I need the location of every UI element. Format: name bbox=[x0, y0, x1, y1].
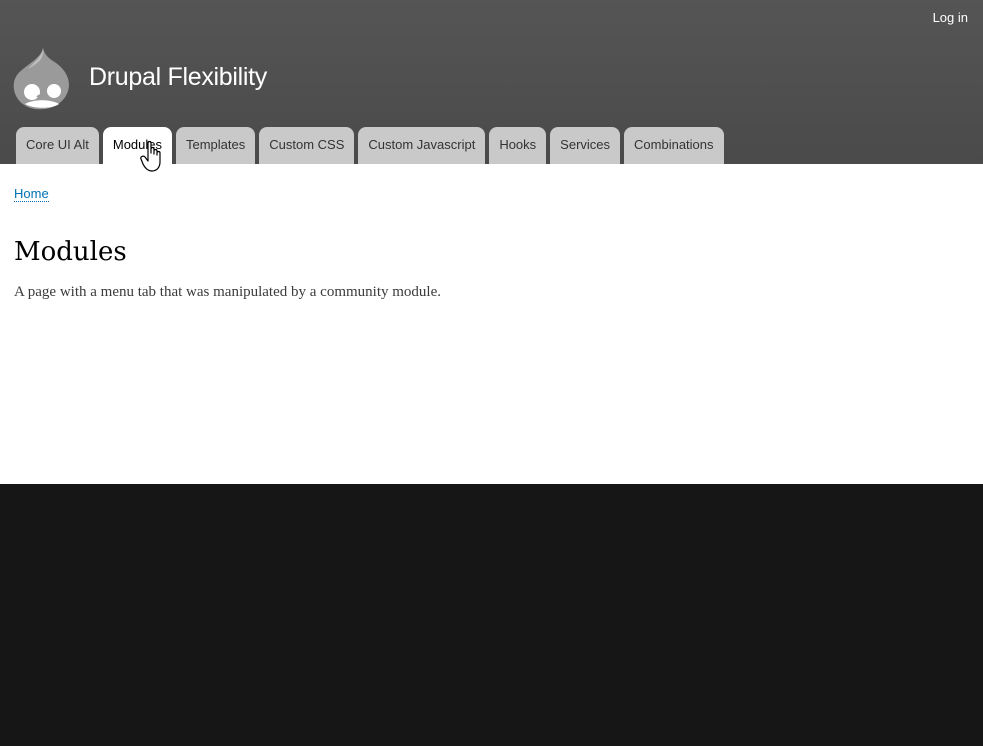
login-link[interactable]: Log in bbox=[933, 10, 968, 25]
tab-templates[interactable]: Templates bbox=[176, 127, 256, 164]
breadcrumb-home-link[interactable]: Home bbox=[14, 186, 49, 202]
main-menu-tabs: Core UI Alt Modules Templates Custom CSS… bbox=[16, 127, 728, 164]
hand-pointer-icon bbox=[140, 140, 164, 174]
tab-combinations[interactable]: Combinations bbox=[624, 127, 724, 164]
tab-hooks[interactable]: Hooks bbox=[489, 127, 547, 164]
main-content: Home Modules A page with a menu tab that… bbox=[0, 164, 983, 484]
tab-services[interactable]: Services bbox=[550, 127, 621, 164]
page-title: Modules bbox=[14, 237, 127, 267]
tab-custom-css[interactable]: Custom CSS bbox=[259, 127, 355, 164]
tab-core-ui-alt[interactable]: Core UI Alt bbox=[16, 127, 99, 164]
tab-custom-javascript[interactable]: Custom Javascript bbox=[358, 127, 486, 164]
drupal-drop-icon[interactable] bbox=[13, 47, 71, 111]
page-body-text: A page with a menu tab that was manipula… bbox=[14, 284, 441, 300]
site-name[interactable]: Drupal Flexibility bbox=[89, 63, 267, 92]
